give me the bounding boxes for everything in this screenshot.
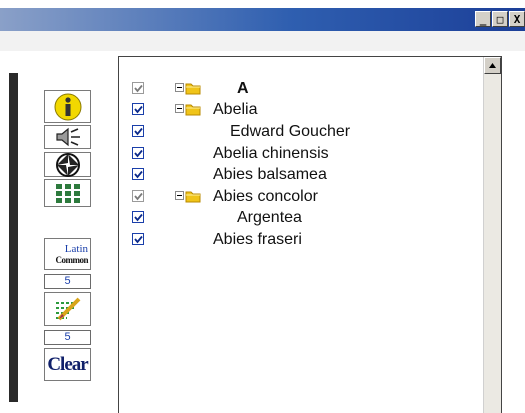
edit-button[interactable]: [44, 292, 91, 326]
collapse-toggle[interactable]: [175, 104, 184, 113]
tree-row[interactable]: Edward Goucher: [119, 121, 479, 142]
number-field-top[interactable]: 5: [44, 274, 91, 289]
pencil-icon: [55, 297, 80, 321]
folder-icon: [185, 81, 202, 100]
tree-row[interactable]: Abies balsamea: [119, 164, 479, 185]
sound-button[interactable]: [44, 125, 91, 149]
tree-item-label: Abies fraseri: [213, 231, 302, 248]
maximize-button[interactable]: □: [492, 11, 508, 27]
tree-checkbox[interactable]: [132, 147, 144, 159]
tree-item-label: Edward Goucher: [230, 123, 351, 140]
checkmark-icon: [134, 170, 143, 179]
tree-item-label: Abelia chinensis: [213, 145, 329, 162]
common-label: Common: [55, 255, 89, 265]
latin-label: Latin: [64, 243, 88, 255]
tree-checkbox[interactable]: [132, 168, 144, 180]
tree-checkbox[interactable]: [132, 233, 144, 245]
scroll-up-button[interactable]: [484, 57, 501, 74]
tree-row[interactable]: A: [119, 78, 479, 99]
folder-icon: [185, 102, 202, 121]
tree-checkbox[interactable]: [132, 211, 144, 223]
tree-item-label: Argentea: [237, 209, 302, 226]
number-field-bottom[interactable]: 5: [44, 330, 91, 345]
window-controls: _ □ X: [474, 11, 525, 29]
grid-view-button[interactable]: [44, 179, 91, 207]
collapse-toggle[interactable]: [175, 191, 184, 200]
tree-row[interactable]: Argentea: [119, 207, 479, 228]
folder-icon: [185, 189, 202, 208]
tree-item-label: Abies concolor: [213, 188, 318, 205]
info-icon: [54, 93, 81, 120]
speaker-icon: [55, 127, 80, 147]
checkmark-icon: [134, 105, 143, 114]
tree-row[interactable]: Abies fraseri: [119, 229, 479, 250]
vertical-scrollbar[interactable]: [483, 57, 501, 413]
tree-checkbox[interactable]: [132, 125, 144, 137]
tree-row[interactable]: Abelia chinensis: [119, 143, 479, 164]
tree-item-label: Abies balsamea: [213, 166, 327, 183]
tree-panel: A Abelia Edward Goucher Abelia chinensis Abi…: [118, 56, 502, 413]
title-bar: [0, 8, 525, 31]
grid-icon: [55, 184, 80, 203]
tree-checkbox[interactable]: [132, 82, 144, 94]
tree-row[interactable]: Abelia: [119, 99, 479, 120]
tree-item-label: Abelia: [213, 101, 258, 118]
checkmark-icon: [134, 84, 143, 93]
info-button[interactable]: [44, 90, 91, 123]
tree-row[interactable]: Abies concolor: [119, 186, 479, 207]
tree-checkbox[interactable]: [132, 190, 144, 202]
minimize-button[interactable]: _: [475, 11, 491, 27]
toolbar-area: [0, 31, 525, 51]
arrow-up-icon: [489, 63, 496, 68]
tree-checkbox[interactable]: [132, 103, 144, 115]
clear-label: Clear: [47, 353, 88, 375]
close-button[interactable]: X: [509, 11, 525, 27]
photo-button[interactable]: [44, 152, 91, 177]
aperture-icon: [55, 152, 80, 177]
checkmark-icon: [134, 127, 143, 136]
left-edge-strip: [9, 73, 18, 402]
tree-item-label: A: [237, 80, 249, 97]
checkmark-icon: [134, 213, 143, 222]
checkmark-icon: [134, 149, 143, 158]
collapse-toggle[interactable]: [175, 83, 184, 92]
clear-button[interactable]: Clear: [44, 348, 91, 381]
checkmark-icon: [134, 235, 143, 244]
checkmark-icon: [134, 192, 143, 201]
name-toggle-button[interactable]: Latin Common: [44, 238, 91, 270]
